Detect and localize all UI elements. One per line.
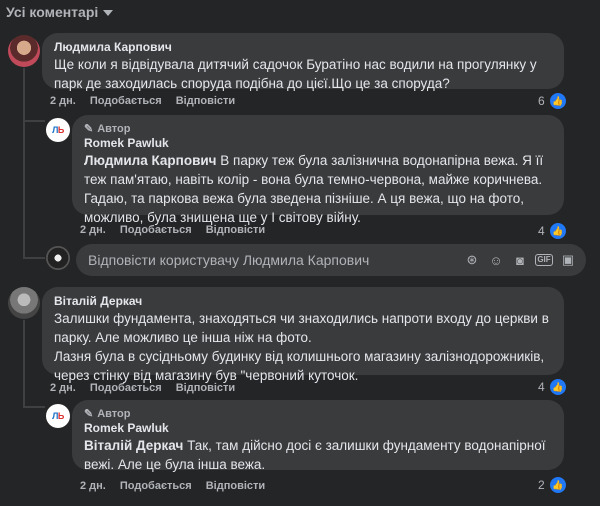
avatar[interactable]	[8, 35, 40, 67]
comment-bubble: ✎ Автор Romek Pawluk Віталій Деркач Так,…	[72, 400, 564, 472]
comment-text: Віталій Деркач Так, там дійсно досі є за…	[84, 436, 552, 474]
reply-placeholder: Відповісти користувачу Людмила Карпович	[88, 252, 370, 268]
comment-bubble: Віталій Деркач Залишки фундамента, знахо…	[42, 287, 564, 383]
comment-time[interactable]: 2 дн.	[50, 95, 76, 107]
thread-branch	[23, 406, 45, 408]
comment-actions: 2 дн. Подобається Відповісти	[80, 224, 265, 236]
pencil-icon: ✎	[84, 123, 94, 135]
reply-button[interactable]: Відповісти	[206, 480, 265, 492]
comment-author[interactable]: Romek Pawluk	[84, 421, 552, 436]
like-icon: 👍	[548, 222, 567, 240]
reaction-count[interactable]: 6 👍	[538, 92, 567, 110]
mention-link[interactable]: Людмила Карпович	[84, 153, 217, 168]
comment-author[interactable]: Віталій Деркач	[54, 294, 552, 309]
like-count: 4	[538, 224, 545, 238]
comment-actions: 2 дн. Подобається Відповісти	[50, 95, 235, 107]
comment-author[interactable]: Romek Pawluk	[84, 136, 552, 151]
comment-time[interactable]: 2 дн.	[50, 382, 76, 394]
author-badge-label: Автор	[97, 123, 131, 135]
comment-text-paragraph: Гадаю, та паркова вежа була зведена пізн…	[84, 191, 525, 225]
chevron-down-icon	[103, 10, 114, 16]
sticker-square-icon[interactable]: ▣	[560, 252, 576, 268]
gif-icon[interactable]: GIF	[535, 252, 553, 268]
like-count: 2	[538, 478, 545, 492]
like-button[interactable]: Подобається	[120, 480, 192, 492]
comment-author[interactable]: Людмила Карпович	[54, 40, 552, 55]
author-badge: ✎ Автор	[84, 122, 552, 136]
like-icon: 👍	[548, 92, 567, 110]
thread-line	[23, 68, 25, 258]
reply-button[interactable]: Відповісти	[206, 224, 265, 236]
pencil-icon: ✎	[84, 408, 94, 420]
avatar[interactable]	[8, 287, 40, 319]
author-badge-label: Автор	[97, 408, 131, 420]
like-icon: 👍	[548, 476, 567, 494]
reply-button[interactable]: Відповісти	[176, 382, 235, 394]
comment-text: Залишки фундамента, знаходяться чи знахо…	[54, 311, 549, 345]
comment-text: Ще коли я відвідувала дитячий садочок Бу…	[54, 57, 537, 91]
comment-bubble: ✎ Автор Romek Pawluk Людмила Карпович В …	[72, 115, 564, 225]
comment-actions: 2 дн. Подобається Відповісти	[50, 382, 235, 394]
like-button[interactable]: Подобається	[120, 224, 192, 236]
camera-icon[interactable]: ◙	[512, 252, 528, 268]
comment-filter-dropdown[interactable]: Усі коментарі	[6, 4, 114, 20]
like-button[interactable]: Подобається	[90, 95, 162, 107]
reply-button[interactable]: Відповісти	[176, 95, 235, 107]
reply-input[interactable]: Відповісти користувачу Людмила Карпович …	[76, 244, 586, 276]
like-icon: 👍	[548, 378, 567, 396]
emoji-icon[interactable]: ☺	[488, 252, 504, 268]
comment-actions: 2 дн. Подобається Відповісти	[80, 480, 265, 492]
avatar	[46, 246, 70, 270]
author-badge: ✎ Автор	[84, 407, 552, 421]
reaction-count[interactable]: 4 👍	[538, 222, 567, 240]
comment-text: Людмила Карпович В парку теж була залізн…	[84, 151, 552, 189]
comment-text-paragraph: Лазня була в сусідньому будинку від коли…	[54, 349, 545, 383]
sticker-icon[interactable]: ⊛	[464, 252, 480, 268]
like-count: 6	[538, 94, 545, 108]
thread-branch	[23, 120, 45, 122]
like-count: 4	[538, 380, 545, 394]
comment-bubble: Людмила Карпович Ще коли я відвідувала д…	[42, 33, 564, 91]
thread-branch	[23, 257, 45, 259]
avatar[interactable]: ЛЬ	[46, 404, 70, 428]
reaction-count[interactable]: 2 👍	[538, 476, 567, 494]
like-button[interactable]: Подобається	[90, 382, 162, 394]
comment-time[interactable]: 2 дн.	[80, 224, 106, 236]
reply-tools: ⊛ ☺ ◙ GIF ▣	[464, 252, 576, 268]
thread-line	[23, 320, 25, 408]
mention-link[interactable]: Віталій Деркач	[84, 438, 183, 453]
comment-filter-label: Усі коментарі	[6, 4, 99, 20]
comment-time[interactable]: 2 дн.	[80, 480, 106, 492]
avatar[interactable]: ЛЬ	[46, 118, 70, 142]
reaction-count[interactable]: 4 👍	[538, 378, 567, 396]
